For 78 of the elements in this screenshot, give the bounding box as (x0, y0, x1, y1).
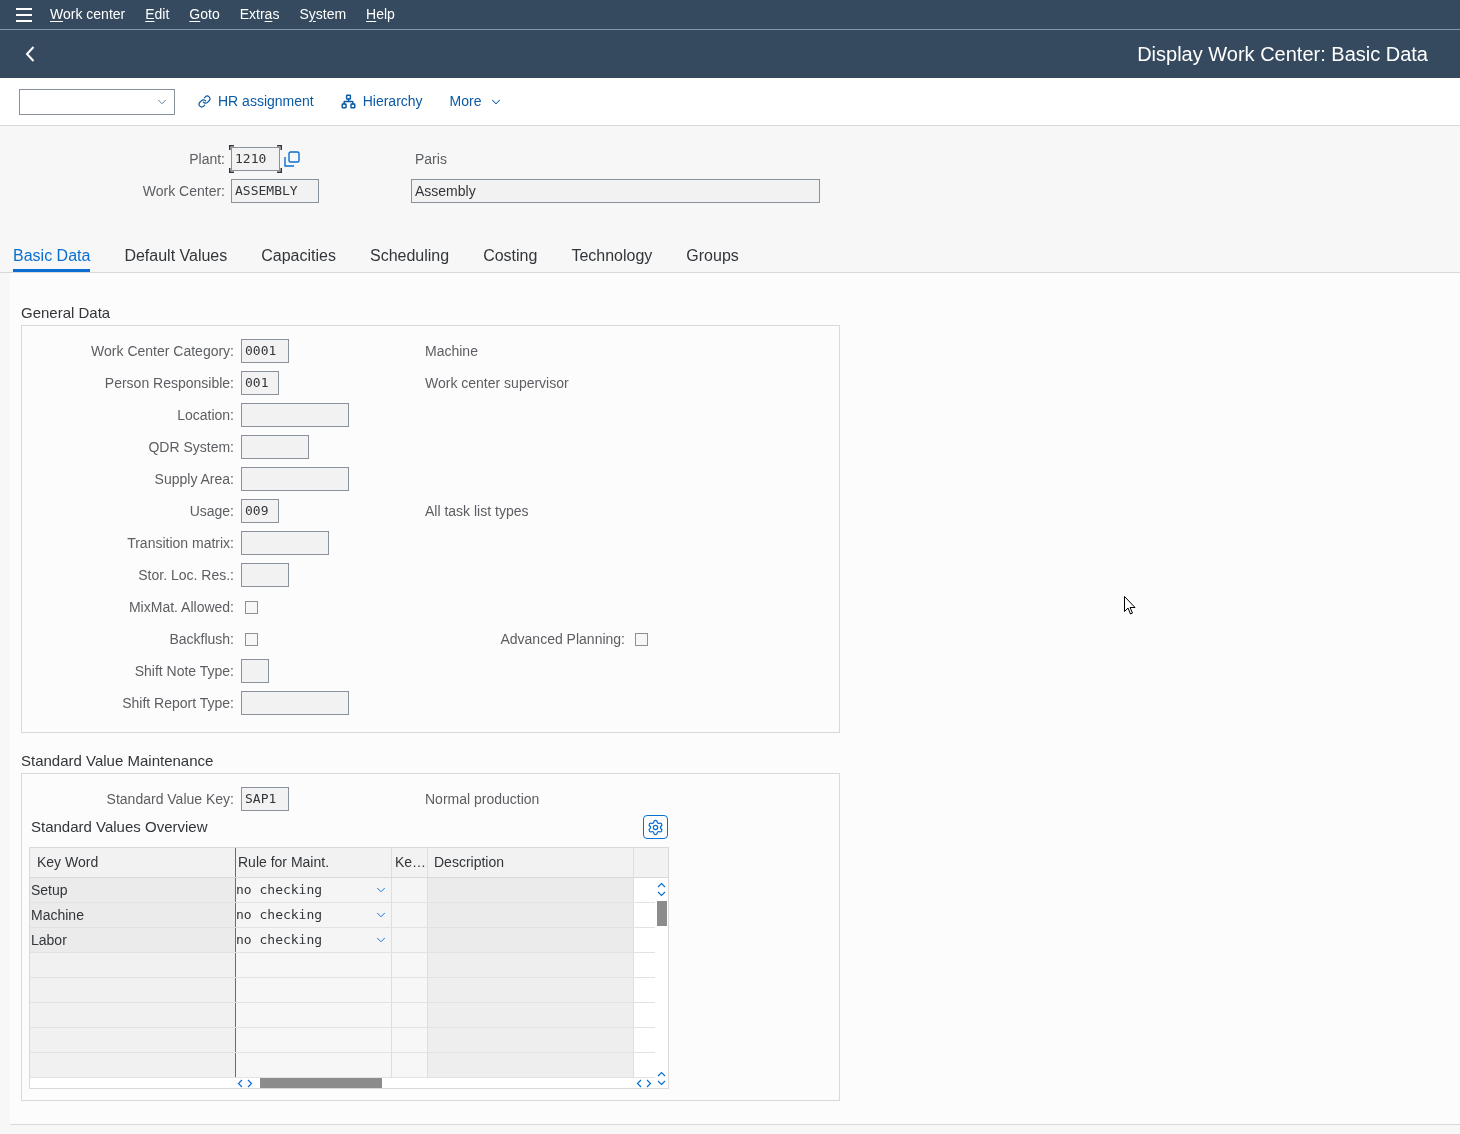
dropdown-field[interactable] (19, 88, 175, 115)
tab[interactable]: Scheduling (369, 240, 450, 272)
back-icon[interactable] (25, 46, 35, 62)
input-field[interactable]: SAP1 (241, 787, 289, 811)
menu-item[interactable]: Help (366, 4, 395, 25)
settings-button[interactable] (643, 815, 668, 839)
table-title: Standard Values Overview (30, 816, 208, 837)
menu-item[interactable]: Extras (239, 4, 280, 25)
field-label: Person Responsible: (103, 373, 234, 393)
field-label: Transition matrix: (126, 533, 234, 553)
menu-icon[interactable] (16, 7, 32, 22)
section-heading: General Data (21, 304, 112, 322)
field-label: Location: (176, 405, 234, 425)
input-field[interactable]: 001 (241, 371, 279, 395)
description-text: Machine (425, 341, 478, 361)
tab[interactable]: Technology (571, 240, 653, 272)
settings-icon (647, 818, 664, 836)
field-label: Standard Value Key: (105, 789, 234, 809)
checkbox[interactable] (245, 600, 258, 614)
section-heading: Standard Value Maintenance (21, 752, 215, 770)
column-header[interactable]: Ke… (392, 848, 428, 877)
input-field[interactable]: ASSEMBLY (231, 179, 319, 203)
mouse-pointer-icon (1124, 596, 1136, 615)
input-field[interactable] (241, 467, 349, 491)
checkbox[interactable] (245, 632, 258, 646)
field-label: Shift Report Type: (121, 693, 234, 713)
table-cell: Machine (30, 903, 236, 927)
input-field[interactable] (241, 691, 349, 715)
table-cell: Labor (30, 928, 236, 952)
input-field[interactable]: Assembly (411, 179, 820, 203)
input-field[interactable] (241, 659, 269, 683)
field-label: Work Center: (141, 181, 225, 201)
field-label: MixMat. Allowed: (127, 597, 234, 617)
more-menu-button[interactable]: More (449, 91, 503, 112)
menu-item[interactable]: Work center (50, 4, 126, 25)
column-header[interactable]: Description (428, 848, 634, 877)
field-label: Plant: (188, 149, 225, 169)
link-icon (198, 95, 211, 108)
input-field[interactable]: 1210 (231, 147, 280, 171)
page-title: Display Work Center: Basic Data (1137, 42, 1428, 67)
field-label: Advanced Planning: (499, 629, 625, 649)
field-label: Usage: (188, 501, 234, 521)
input-field[interactable]: 009 (241, 499, 279, 523)
column-header[interactable]: Rule for Maint. (236, 848, 392, 877)
input-field[interactable] (241, 403, 349, 427)
description-text: Normal production (425, 789, 540, 809)
tab[interactable]: Capacities (261, 240, 336, 272)
hierarchy-icon (340, 94, 356, 109)
input-field[interactable] (241, 531, 329, 555)
field-label: Work Center Category: (90, 341, 234, 361)
overlapping-squares-icon[interactable] (283, 150, 300, 168)
tab[interactable]: Groups (686, 240, 739, 272)
dropdown-field[interactable]: no checking (236, 903, 392, 927)
toolbar-button[interactable]: Hierarchy (340, 91, 423, 112)
description-text: Work center supervisor (425, 373, 569, 393)
input-field[interactable] (241, 435, 309, 459)
field-label: Supply Area: (153, 469, 234, 489)
menu-item[interactable]: Goto (189, 4, 220, 25)
menu-item[interactable]: System (299, 4, 347, 25)
dropdown-field[interactable]: no checking (236, 878, 392, 902)
field-label: Backflush: (168, 629, 234, 649)
column-header[interactable]: Key Word (30, 848, 236, 877)
tab[interactable]: Default Values (124, 240, 228, 272)
description-text: Paris (414, 149, 447, 169)
field-label: Shift Note Type: (133, 661, 234, 681)
field-label: QDR System: (147, 437, 234, 457)
input-field[interactable] (241, 563, 289, 587)
scrollbar-thumb[interactable] (656, 901, 667, 926)
checkbox[interactable] (635, 632, 648, 646)
description-text: All task list types (425, 501, 529, 521)
dropdown-field[interactable]: no checking (236, 928, 392, 952)
table-cell: Setup (30, 878, 236, 902)
field-label: Stor. Loc. Res.: (137, 565, 234, 585)
menu-item[interactable]: Edit (145, 4, 170, 25)
input-field[interactable]: 0001 (241, 339, 289, 363)
tab[interactable]: Costing (483, 240, 538, 272)
toolbar-button[interactable]: HR assignment (198, 91, 314, 112)
scrollbar-thumb[interactable] (260, 1078, 382, 1088)
